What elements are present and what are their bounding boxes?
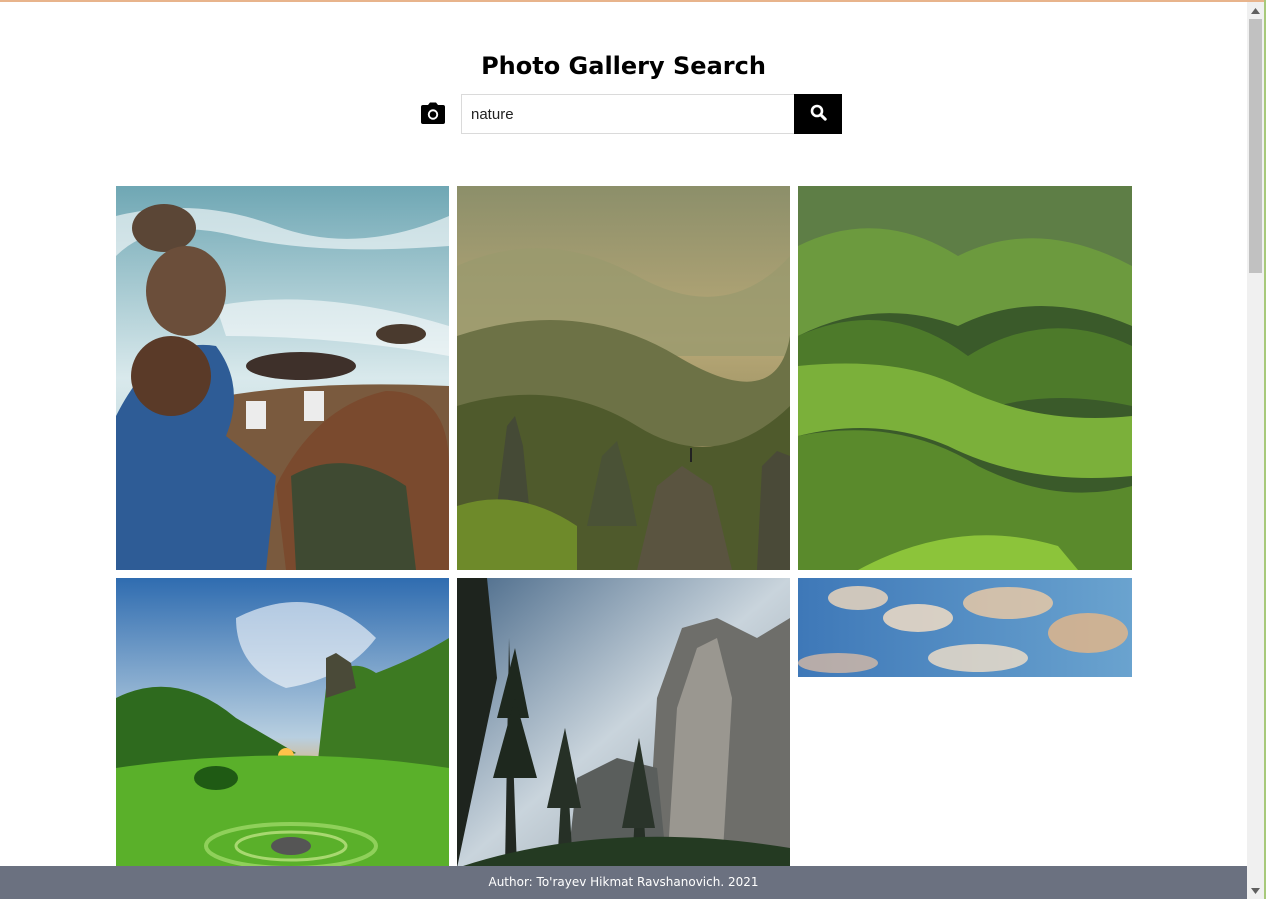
photo-misty-mountain-peaks [457,186,790,570]
scrollbar-thumb[interactable] [1249,19,1262,273]
scroll-up-arrow-icon[interactable] [1247,2,1264,19]
photo-couple-on-coastal-rocks [116,186,449,570]
page-title: Photo Gallery Search [481,52,766,80]
photo-green-rolling-hills [798,186,1132,570]
gallery-photo[interactable] [457,578,790,866]
gallery-photo[interactable] [116,578,449,866]
gallery-photo[interactable] [116,186,449,570]
scroll-down-arrow-icon[interactable] [1247,882,1264,899]
page-footer: Author: To'rayev Hikmat Ravshanovich. 20… [0,866,1247,899]
search-button[interactable] [794,94,842,134]
photo-granite-cliff-pines [457,578,790,866]
gallery-photo[interactable] [798,578,1132,677]
gallery-photo[interactable] [457,186,790,570]
search-icon [810,104,827,124]
search-input[interactable] [461,94,795,134]
gallery-photo[interactable] [798,186,1132,570]
vertical-scrollbar[interactable] [1247,2,1264,899]
page-viewport: Photo Gallery Search [0,2,1247,866]
photo-sunset-green-valley [116,578,449,866]
camera-icon [420,102,446,126]
photo-sky-with-clouds [798,578,1132,677]
